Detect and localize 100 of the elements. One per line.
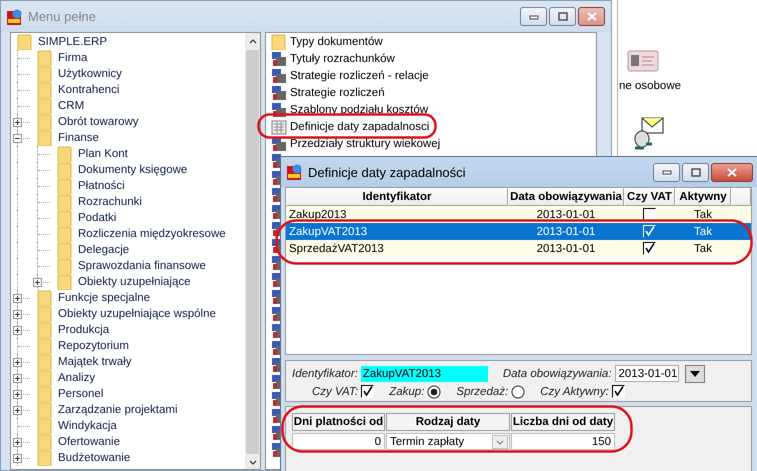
column-header[interactable]: Data obowiązywania — [508, 188, 624, 206]
folder-icon — [37, 114, 53, 130]
expand-icon[interactable] — [13, 454, 22, 463]
folder-icon — [37, 82, 53, 98]
table-cell-text: ZakupVAT2013 — [288, 224, 368, 240]
tree-item[interactable]: Sprawozdania finansowe — [78, 260, 206, 272]
maximize-icon — [690, 168, 700, 176]
tree-item[interactable]: Obiekty uzupełniające wspólne — [58, 308, 216, 320]
field-label: Czy VAT: — [312, 386, 358, 398]
folder-icon — [37, 98, 53, 114]
column-header[interactable]: Rodzaj daty — [386, 413, 510, 431]
folder-icon — [37, 338, 53, 354]
maximize-button[interactable] — [682, 162, 709, 182]
tree-item[interactable]: SIMPLE.ERP — [38, 36, 108, 48]
tree-item[interactable]: Funkcje specjalne — [58, 292, 150, 304]
folder-icon — [37, 322, 53, 338]
tree-item[interactable]: Plan Kont — [78, 148, 128, 160]
module-icon — [271, 84, 287, 100]
folder-icon — [57, 210, 73, 226]
field-label: Czy Aktywny: — [540, 386, 609, 398]
tree-item[interactable]: Budżetowanie — [58, 452, 130, 464]
scroll-thumb[interactable] — [246, 50, 259, 454]
tree-item[interactable]: Rozliczenia międzyokresowe — [78, 228, 226, 240]
tree-item[interactable]: Windykacja — [58, 420, 117, 432]
expand-icon[interactable] — [13, 374, 22, 383]
expand-icon[interactable] — [13, 406, 22, 415]
calendar-icon — [271, 118, 287, 134]
expand-icon[interactable] — [13, 358, 22, 367]
table-row[interactable]: ZakupVAT2013 2013-01-01 Tak — [286, 223, 751, 240]
expand-icon[interactable] — [33, 278, 42, 287]
column-header[interactable]: Liczba dni od daty — [511, 413, 615, 431]
expand-icon[interactable] — [13, 294, 22, 303]
tree-item[interactable]: Podatki — [78, 212, 116, 224]
list-item[interactable]: Przedziały struktury wiekowej — [290, 138, 440, 150]
input-field[interactable]: 0 — [292, 433, 385, 450]
close-button[interactable] — [711, 162, 753, 182]
input-field[interactable]: ZakupVAT2013 — [360, 366, 488, 382]
table-cell-text: SprzedażVAT2013 — [288, 242, 385, 256]
tree-item[interactable]: Personel — [58, 388, 104, 400]
tree-item[interactable]: Rozrachunki — [78, 196, 142, 208]
tree-item[interactable]: CRM — [58, 100, 84, 112]
table-row[interactable]: SprzedażVAT2013 2013-01-01 Tak — [286, 240, 751, 257]
column-header[interactable]: Identyfikator — [286, 188, 508, 206]
scroll-up-icon[interactable] — [248, 38, 256, 44]
checkbox[interactable] — [643, 242, 656, 255]
expand-icon[interactable] — [13, 326, 22, 335]
tree-item[interactable]: Produkcja — [58, 324, 110, 336]
date-field[interactable]: 2013-01-01 — [614, 365, 679, 382]
expand-icon[interactable] — [13, 390, 22, 399]
expand-icon[interactable] — [13, 438, 22, 447]
folder-icon — [57, 226, 73, 242]
icon-label: ne osobowe — [619, 80, 682, 92]
scrollbar[interactable] — [245, 33, 260, 469]
module-icon — [271, 102, 287, 118]
checkbox[interactable] — [612, 385, 625, 398]
list-item[interactable]: Tytuły rozrachunków — [290, 52, 395, 64]
radio-button[interactable] — [511, 384, 526, 398]
tree-item[interactable]: Ofertowanie — [58, 436, 120, 448]
folder-icon — [37, 50, 53, 66]
list-item[interactable]: Strategie rozliczeń - relacje — [290, 70, 429, 82]
tree-item[interactable]: Majątek trwały — [58, 356, 132, 368]
checkbox[interactable] — [361, 385, 374, 398]
tree-item[interactable]: Obrót towarowy — [58, 116, 139, 128]
tree-item[interactable]: Repozytorium — [58, 340, 129, 352]
minimize-button[interactable] — [653, 162, 680, 182]
folder-icon — [17, 34, 33, 50]
field-label: Sprzedaż: — [456, 386, 508, 398]
expand-icon[interactable] — [13, 310, 22, 319]
list-item[interactable]: Strategie rozliczeń — [290, 86, 385, 98]
scroll-down-icon[interactable] — [248, 460, 256, 466]
column-header[interactable]: Dni platności od — [292, 413, 385, 431]
tree-item[interactable]: Finanse — [58, 132, 99, 144]
dropdown-field[interactable]: Termin zapłaty — [386, 433, 510, 450]
tree-item[interactable]: Firma — [58, 52, 88, 64]
close-icon — [586, 12, 596, 21]
list-item[interactable]: Szablony podziału kosztów — [290, 104, 428, 116]
column-header[interactable]: Aktywny — [675, 188, 731, 206]
tree-item[interactable]: Dokumenty księgowe — [78, 164, 188, 176]
folder-icon — [57, 146, 73, 162]
column-header[interactable]: Czy VAT — [624, 188, 675, 206]
folder-icon — [57, 194, 73, 210]
tree-item[interactable]: Obiekty uzupełniające — [78, 276, 191, 288]
tree-item[interactable]: Delegacje — [78, 244, 130, 256]
tree-item[interactable]: Kontrahenci — [58, 84, 120, 96]
collapse-icon[interactable] — [13, 134, 22, 143]
expand-icon[interactable] — [13, 118, 22, 127]
radio-button[interactable] — [427, 384, 442, 398]
tree-item[interactable]: Zarządzanie projektami — [58, 404, 178, 416]
dropdown-button[interactable] — [684, 364, 705, 382]
tree-item[interactable]: Użytkownicy — [58, 68, 122, 80]
field-label: Zakup: — [389, 386, 424, 398]
tree-item[interactable]: Płatności — [78, 180, 125, 192]
checkbox[interactable] — [643, 208, 656, 221]
minimize-icon — [662, 169, 672, 175]
folder-icon — [57, 178, 73, 194]
dropdown-value: Termin zapłaty — [390, 436, 464, 448]
list-item[interactable]: Typy dokumentów — [290, 36, 383, 48]
id-card-icon — [627, 50, 659, 72]
input-field[interactable]: 150 — [511, 433, 615, 450]
tree-item[interactable]: Analizy — [58, 372, 96, 384]
